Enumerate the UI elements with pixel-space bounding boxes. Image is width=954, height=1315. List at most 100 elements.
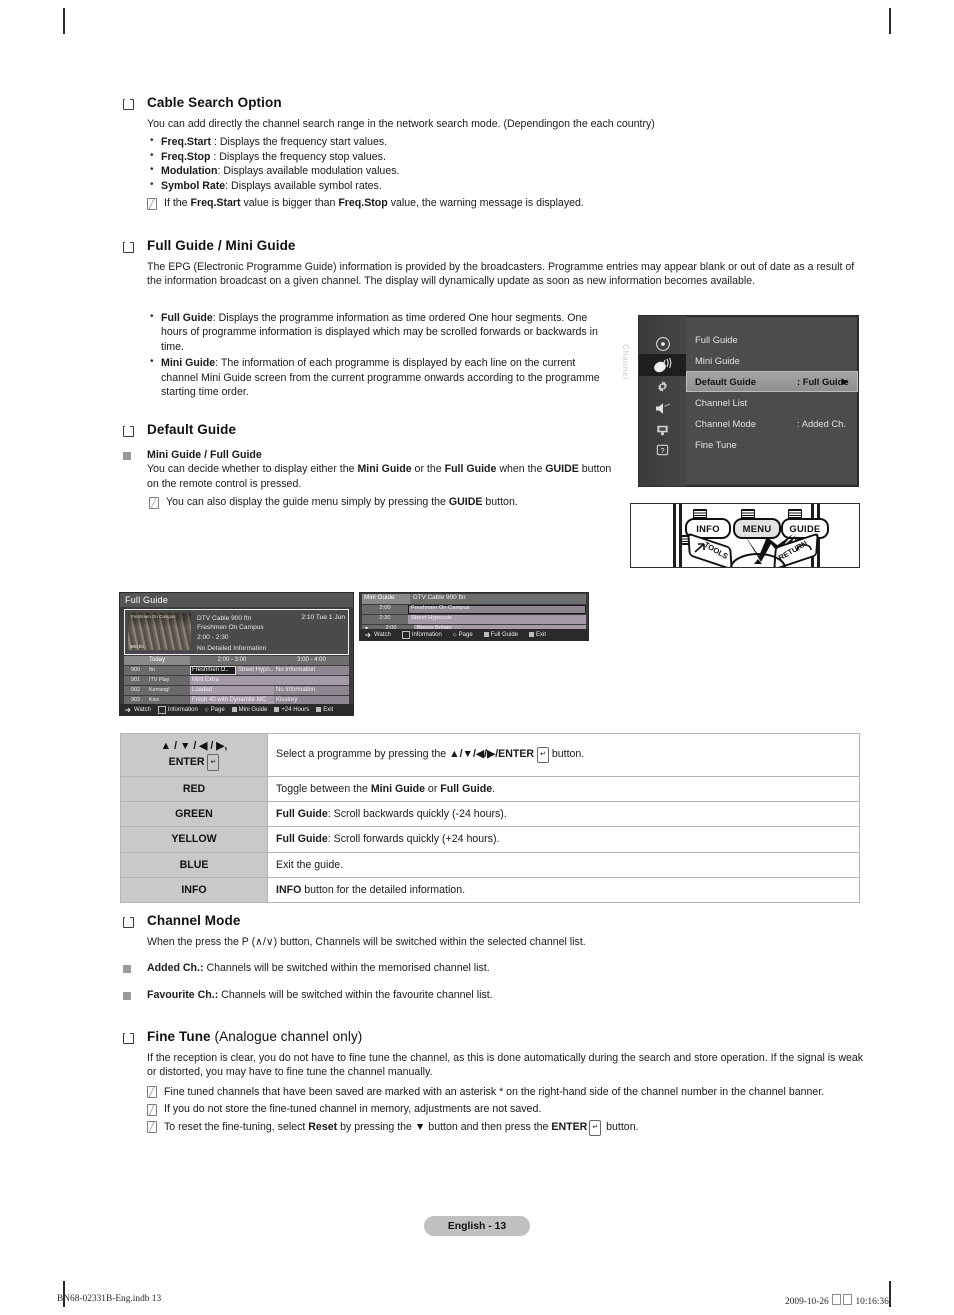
red-square-icon [483, 632, 489, 637]
programme-cell[interactable]: No Information [274, 666, 349, 675]
page-title-channel-mode: Channel Mode [147, 913, 241, 928]
legend-page[interactable]: ◇ Page [453, 632, 473, 638]
table-row[interactable]: 902 Kerrang! Loaded No Information [124, 686, 349, 695]
cable-search-intro: You can add directly the channel search … [147, 118, 655, 130]
legend-24-hours[interactable]: +24 Hours [274, 707, 309, 713]
channel-mode-intro: When the press the P (∧/∨) button, Chann… [147, 936, 586, 948]
legend-exit[interactable]: Exit [529, 632, 546, 638]
footer-date: 2009-10-26 [785, 1297, 829, 1307]
picture-icon[interactable] [653, 335, 672, 352]
table-row[interactable]: 901 ITV Play Mint Extra [124, 676, 349, 685]
legend-mini-guide[interactable]: Mini Guide [231, 707, 267, 713]
desc-cell: Full Guide: Scroll forwards quickly (+24… [267, 826, 860, 853]
programme-title[interactable]: Freshmen On Campus [408, 605, 586, 614]
term: Symbol Rate [161, 179, 226, 192]
osd-rail-label: Channel [621, 344, 631, 380]
programme-cell[interactable]: Mint Extra [190, 676, 349, 685]
term: Favourite Ch.: [147, 988, 219, 1001]
desc: : Displays available symbol rates. [225, 179, 382, 192]
fine-tune-note-2: If you do not store the fine-tuned chann… [147, 1102, 868, 1116]
legend-information[interactable]: Information [401, 630, 442, 639]
footer-time: 10:16:36 [855, 1297, 889, 1307]
legend-watch[interactable]: Watch [124, 707, 151, 713]
enter-icon [125, 707, 131, 712]
page-label: English - 13 [447, 1220, 507, 1232]
dpad-icon [730, 553, 786, 567]
desc: : The information of each programme is d… [161, 357, 600, 399]
preview-channel: DTV Cable 900 ftn [197, 615, 252, 622]
antenna-icon[interactable] [639, 354, 686, 376]
osd-item-full-guide[interactable]: Full Guide [686, 329, 858, 350]
key-cell-blue: BLUE [120, 851, 268, 878]
square-bullet-icon [123, 916, 134, 928]
legend-information[interactable]: Information [157, 705, 198, 714]
sound-icon[interactable] [653, 400, 672, 417]
full-mini-guide-intro: The EPG (Electronic Programme Guide) inf… [147, 261, 855, 288]
grid-header-row: Today 2:00 - 3:00 3:00 - 4:00 [124, 656, 349, 665]
square-bullet-icon [123, 1032, 134, 1044]
osd-item-default-guide[interactable]: Default Guide : Full Guide ▶ [686, 371, 858, 392]
setup-icon[interactable] [653, 378, 672, 395]
programme-cell[interactable]: No Information [274, 686, 349, 695]
list-item[interactable]: 2:00 Freshmen On Campus [362, 605, 586, 614]
filled-square-bullet-icon [123, 452, 131, 460]
desc-cell: Full Guide: Scroll backwards quickly (-2… [267, 801, 860, 828]
red-square-icon [231, 707, 237, 712]
table-row[interactable]: 900 ftn Freshmen O.. Street Hypn.. No In… [124, 666, 349, 675]
section-cable-search: Cable Search Option You can add directly… [123, 95, 868, 210]
mini-guide-legend: Watch Information ◇ Page Full Guide Exit [360, 629, 588, 640]
legend-full-guide[interactable]: Full Guide [483, 632, 518, 638]
preview-detail: No Detailed Information [197, 645, 267, 653]
table-row: ▲ / ▼ / ◀ / ▶, ENTER ↵ Select a programm… [120, 733, 860, 777]
chevron-right-icon: ▶ [841, 377, 848, 386]
osd-item-channel-mode[interactable]: Channel Mode : Added Ch. [686, 413, 858, 434]
channel-number: 901 [124, 676, 147, 685]
table-row: RED Toggle between the Mini Guide or Ful… [120, 775, 860, 803]
section-fine-tune: Fine Tune (Analogue channel only) If the… [123, 1029, 868, 1137]
programme-cell[interactable]: Freshmen O.. [190, 666, 236, 675]
desc: : Displays the programme information as … [161, 312, 598, 353]
table-row: YELLOW Full Guide: Scroll forwards quick… [120, 826, 860, 853]
mini-guide-header: Mini Guide DTV Cable 900 ftn [362, 594, 586, 604]
label: Mini Guide [695, 355, 740, 366]
value: : Added Ch. [797, 418, 846, 429]
list-item: Freq.Start : Displays the frequency star… [147, 134, 868, 149]
programme-title[interactable]: Street Hypnosis [408, 615, 586, 624]
legend-watch[interactable]: Watch [364, 632, 391, 638]
term: Modulation [161, 165, 218, 178]
channel-number: 900 [124, 666, 147, 675]
term: Mini Guide [161, 357, 216, 370]
support-icon[interactable]: ? [653, 441, 672, 458]
desc: : Displays available modulation values. [217, 165, 400, 178]
osd-channel-menu[interactable]: Channel ? Full Guide Mini Guide Default … [621, 315, 859, 487]
desc: Channels will be switched within the fav… [218, 988, 493, 1001]
legend-page[interactable]: ◇ Page [205, 707, 225, 713]
key-cell-info: INFO [120, 876, 268, 904]
list-item: Full Guide: Displays the programme infor… [147, 310, 607, 354]
blue-square-icon [529, 632, 535, 637]
list-item[interactable]: 2:30 Street Hypnosis [362, 615, 586, 624]
remote-edge-left [673, 504, 676, 567]
desc-cell: Select a programme by pressing the ▲/▼/◀… [267, 733, 860, 777]
term: Added Ch.: [147, 962, 204, 975]
programme-cell[interactable]: Street Hypn.. [236, 666, 274, 675]
programme-cell[interactable]: Loaded [190, 686, 274, 695]
section-default-guide: Default Guide Mini Guide / Full Guide Yo… [123, 422, 623, 510]
label: Fine Tune [695, 439, 737, 450]
osd-item-mini-guide[interactable]: Mini Guide [686, 350, 858, 371]
full-guide-screenshot: Full Guide Freshmen On Campus 900 ftn 2:… [119, 592, 354, 716]
note-icon [147, 197, 157, 210]
fine-tune-note-1: Fine tuned channels that have been saved… [147, 1085, 868, 1099]
desc: : Displays the frequency start values. [211, 136, 388, 149]
input-icon[interactable] [653, 421, 672, 438]
osd-item-fine-tune[interactable]: Fine Tune [686, 434, 858, 455]
note-icon [147, 1121, 157, 1134]
fine-tune-intro: If the reception is clear, you do not ha… [147, 1052, 864, 1079]
legend-exit[interactable]: Exit [316, 707, 333, 713]
enter-icon: ↵ [589, 1119, 602, 1137]
osd-item-channel-list[interactable]: Channel List [686, 392, 858, 413]
added-ch-item: Added Ch.: Channels will be switched wit… [147, 961, 868, 975]
desc: : Displays the frequency stop values. [210, 150, 386, 163]
enter-icon: ↵ [207, 754, 220, 771]
footer-file-ref: BN68-02331B-Eng.indb 13 [57, 1294, 162, 1304]
